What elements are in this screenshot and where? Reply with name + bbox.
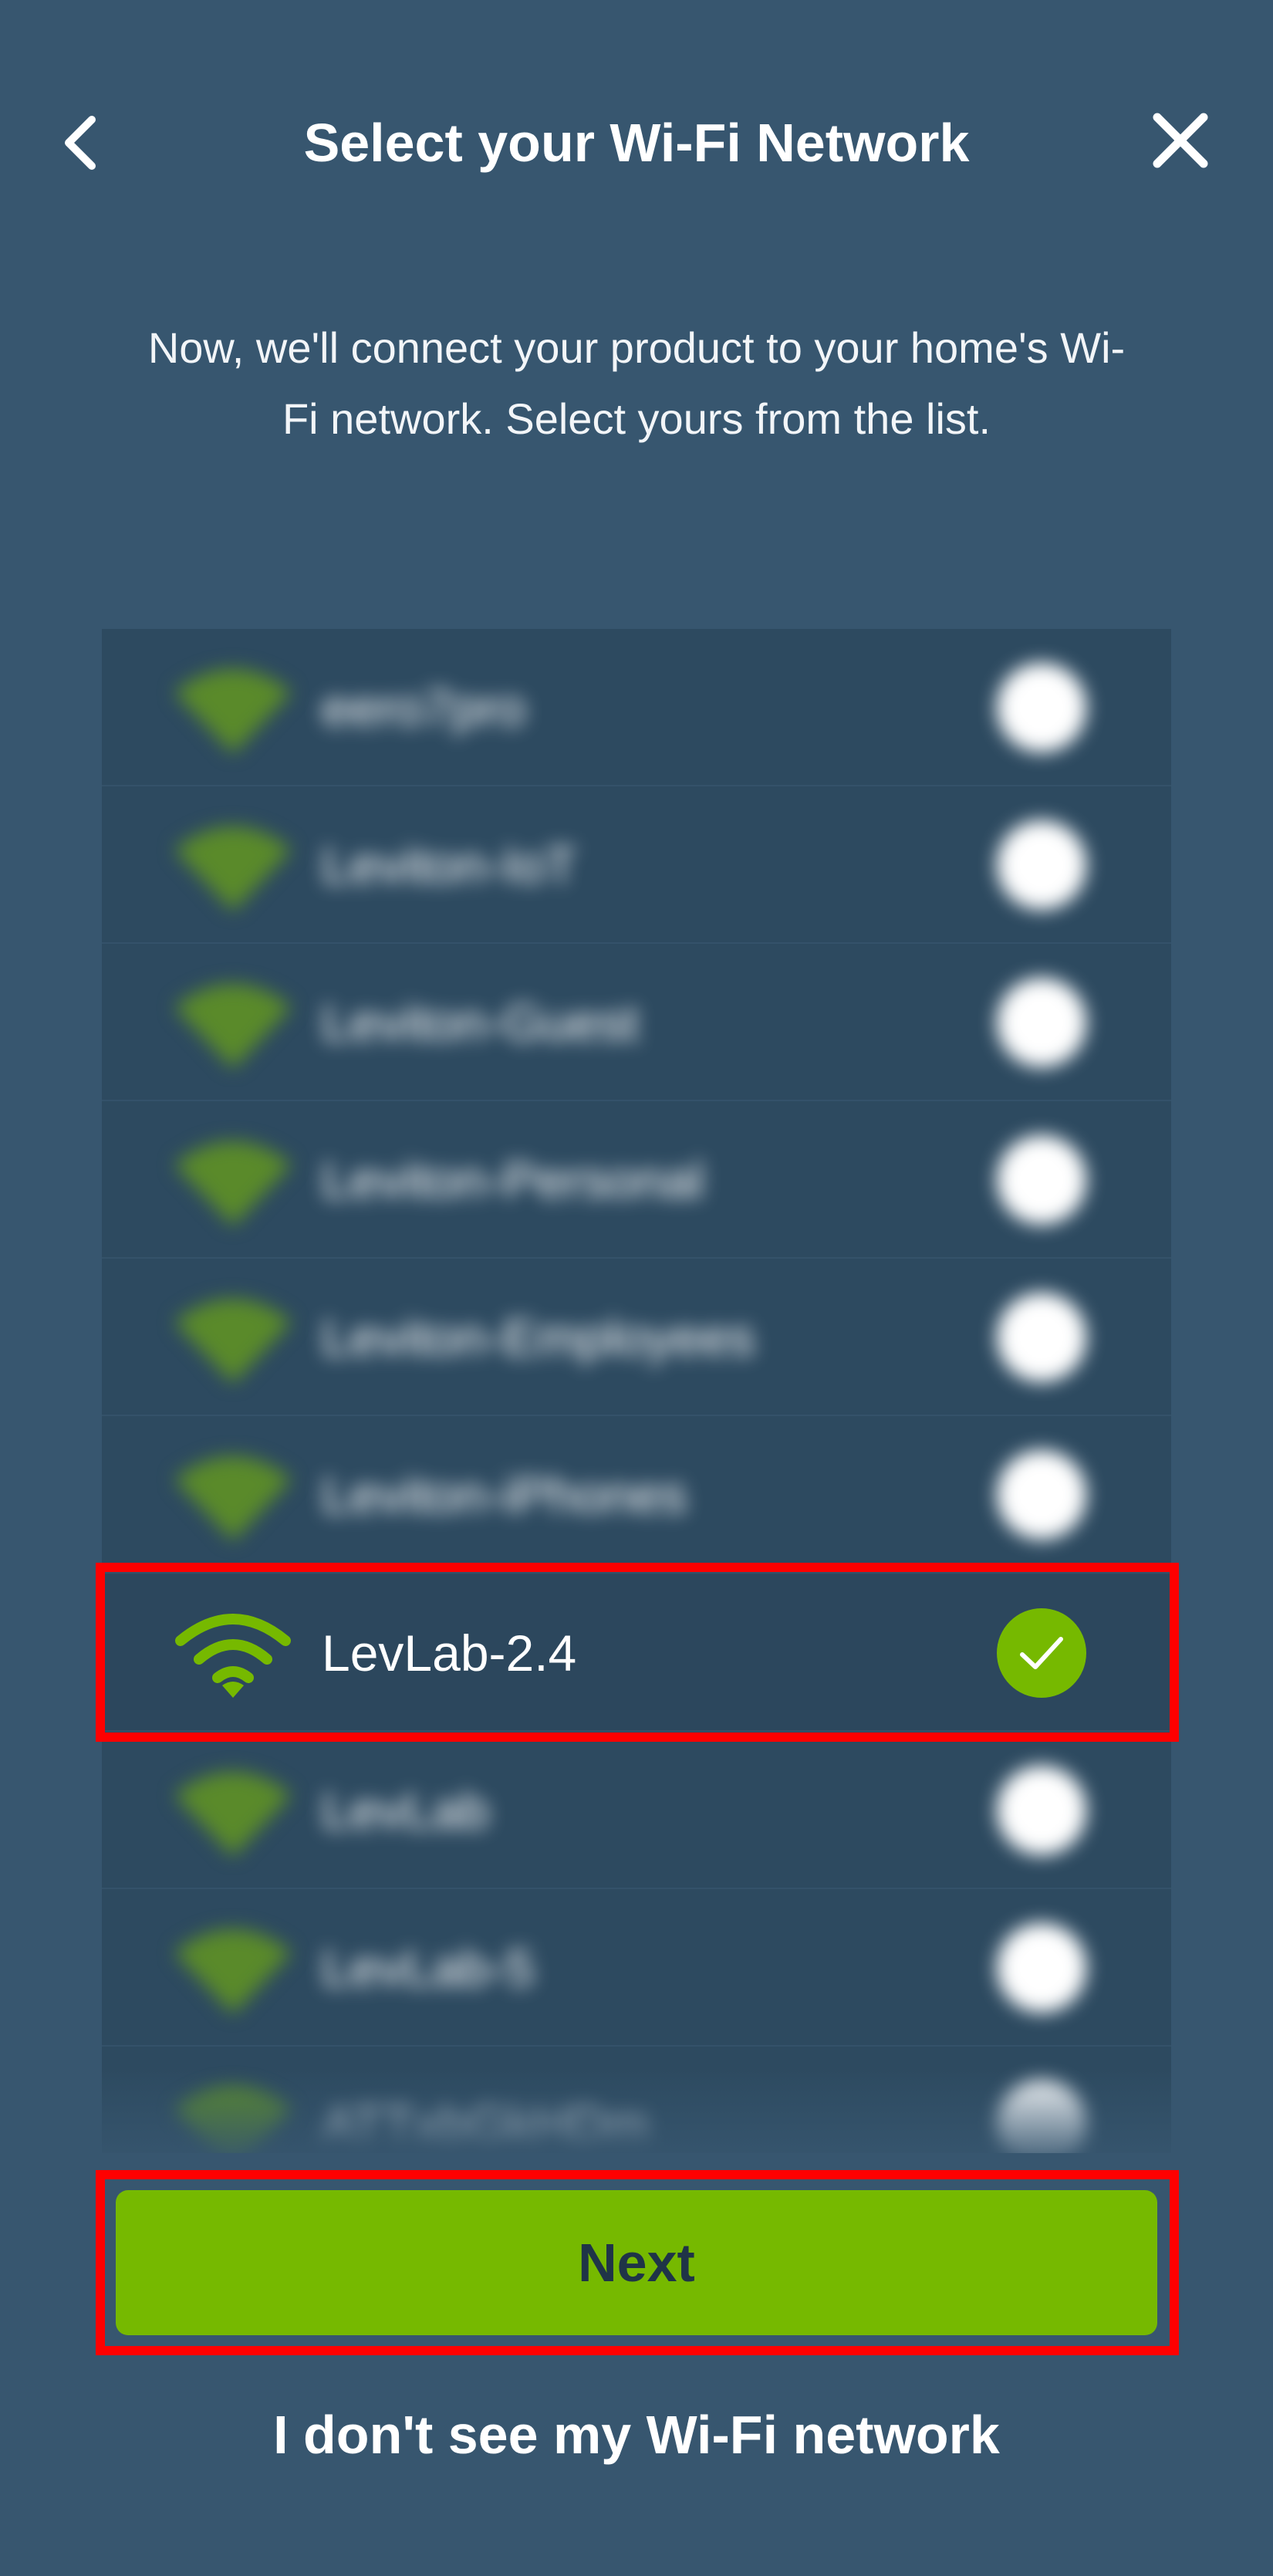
network-row-selected[interactable]: LevLab-2.4	[102, 1574, 1171, 1732]
no-network-link[interactable]: I don't see my Wi-Fi network	[154, 2396, 1119, 2473]
radio-button[interactable]	[997, 1450, 1086, 1540]
wifi-icon	[171, 1291, 295, 1384]
wifi-icon	[171, 1764, 295, 1857]
back-button[interactable]	[46, 108, 116, 177]
radio-button[interactable]	[997, 1766, 1086, 1855]
network-row[interactable]: ATTxbGkHDm	[102, 2047, 1171, 2153]
network-row[interactable]: Leviton-IoT	[102, 786, 1171, 944]
radio-button[interactable]	[997, 1135, 1086, 1225]
radio-button[interactable]	[997, 978, 1086, 1067]
wifi-icon	[171, 976, 295, 1069]
wifi-select-screen: Select your Wi-Fi Network Now, we'll con…	[0, 0, 1273, 2576]
network-name: LevLab-2.4	[322, 1624, 577, 1682]
radio-button[interactable]	[997, 2081, 1086, 2153]
wifi-icon	[171, 2079, 295, 2153]
network-row[interactable]: LevLab-5	[102, 1889, 1171, 2047]
wifi-icon	[171, 819, 295, 911]
wifi-icon	[171, 1607, 295, 1699]
next-button[interactable]: Next	[116, 2190, 1157, 2335]
page-title: Select your Wi-Fi Network	[303, 113, 970, 173]
network-row[interactable]: Leviton-Personal	[102, 1101, 1171, 1259]
wifi-icon	[171, 1134, 295, 1226]
radio-button-checked[interactable]	[997, 1608, 1086, 1698]
network-row[interactable]: eero7pro	[102, 629, 1171, 786]
network-row[interactable]: Leviton-Guest	[102, 944, 1171, 1101]
checkmark-icon	[1020, 1637, 1063, 1669]
header: Select your Wi-Fi Network	[0, 93, 1273, 193]
wifi-icon	[171, 661, 295, 754]
close-icon	[1153, 113, 1208, 168]
network-name: Leviton-IoT	[322, 837, 577, 894]
network-row[interactable]: Leviton-iPhones	[102, 1416, 1171, 1574]
network-name: LevLab-5	[322, 1939, 535, 1996]
wifi-icon	[171, 1449, 295, 1541]
network-name: LevLab	[322, 1782, 489, 1839]
close-button[interactable]	[1142, 102, 1219, 179]
instructions-text: Now, we'll connect your product to your …	[147, 323, 1126, 443]
network-row[interactable]: Leviton-Employees	[102, 1259, 1171, 1416]
network-name: Leviton-iPhones	[322, 1466, 687, 1523]
radio-button[interactable]	[997, 1293, 1086, 1382]
network-name: Leviton-Personal	[322, 1151, 704, 1209]
radio-button[interactable]	[997, 663, 1086, 752]
wifi-icon	[171, 1922, 295, 2014]
network-name: eero7pro	[322, 679, 526, 736]
chevron-left-icon	[65, 116, 96, 170]
network-name: ATTxbGkHDm	[322, 2097, 650, 2153]
network-row[interactable]: LevLab	[102, 1732, 1171, 1889]
radio-button[interactable]	[997, 1923, 1086, 2013]
radio-button[interactable]	[997, 820, 1086, 910]
network-name: Leviton-Guest	[322, 994, 639, 1051]
network-name: Leviton-Employees	[322, 1309, 755, 1366]
network-list[interactable]: eero7pro Leviton-IoT Leviton-Guest Levit…	[102, 629, 1171, 2153]
